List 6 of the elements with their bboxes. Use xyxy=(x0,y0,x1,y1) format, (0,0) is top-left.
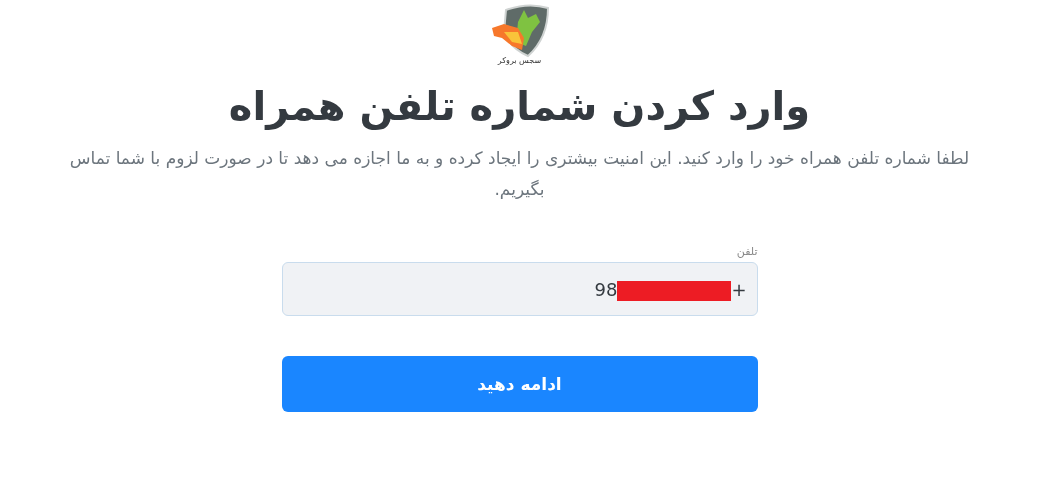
description-text: لطفا شماره تلفن همراه خود را وارد کنید. این امنیت بیشتری را ایجاد کرده و به ما اجازه می دهد تا در صورت لزوم با شما تماس بگیریم. xyxy=(69,147,970,201)
page-title: وارد کردن شماره تلفن همراه xyxy=(228,83,811,129)
phone-label: تلفن xyxy=(736,245,758,258)
continue-button[interactable]: ادامه دهید xyxy=(281,356,758,412)
logo-caption: سجس بروکر xyxy=(497,56,542,65)
phone-input-field[interactable]: + 98 xyxy=(281,262,758,316)
